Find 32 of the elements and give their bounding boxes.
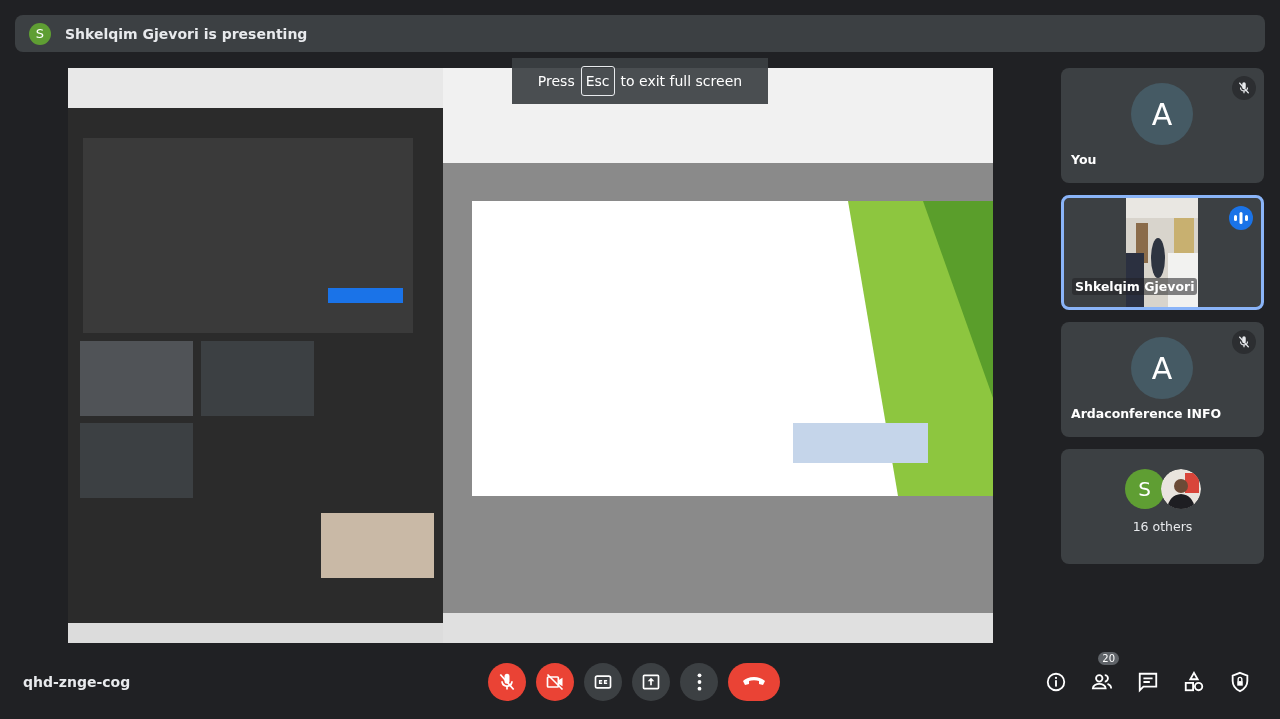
mic-button[interactable] — [488, 663, 526, 701]
avatar: S — [1124, 469, 1165, 509]
esc-key: Esc — [580, 66, 615, 96]
mic-off-icon — [497, 672, 517, 692]
meeting-code: qhd-znge-cog — [23, 674, 132, 690]
participant-name: Ardaconference INFO — [1071, 406, 1222, 421]
camera-off-icon — [545, 672, 565, 692]
chat-icon — [1136, 671, 1159, 693]
participant-tile[interactable]: Shkelqim Gjevori — [1061, 195, 1264, 310]
avatar: A — [1131, 83, 1193, 145]
participant-tile[interactable]: A You — [1061, 68, 1264, 183]
captions-icon — [593, 672, 613, 692]
participant-name: You — [1071, 152, 1097, 167]
participant-tile[interactable]: S 16 others — [1061, 449, 1264, 564]
count-badge: 20 — [1098, 651, 1119, 665]
present-screen-icon — [641, 672, 661, 692]
presenting-text: Shkelqim Gjevori is presenting — [65, 25, 308, 42]
hint-text: to exit full screen — [620, 73, 743, 89]
more-icon — [696, 673, 702, 691]
participant-tile[interactable]: A Ardaconference INFO — [1061, 322, 1264, 437]
info-icon — [1044, 671, 1067, 693]
participant-count: 16 others — [1131, 519, 1194, 534]
camera-button[interactable] — [536, 663, 574, 701]
more-button[interactable] — [680, 663, 718, 701]
leave-button[interactable] — [728, 663, 780, 701]
participant-name: Shkelqim Gjevori — [1072, 278, 1198, 295]
shapes-icon — [1182, 671, 1205, 693]
avatar: S — [29, 22, 51, 45]
hint-text: Press — [537, 73, 575, 89]
captions-button[interactable] — [584, 663, 622, 701]
present-button[interactable] — [632, 663, 670, 701]
avatar: A — [1131, 337, 1193, 399]
